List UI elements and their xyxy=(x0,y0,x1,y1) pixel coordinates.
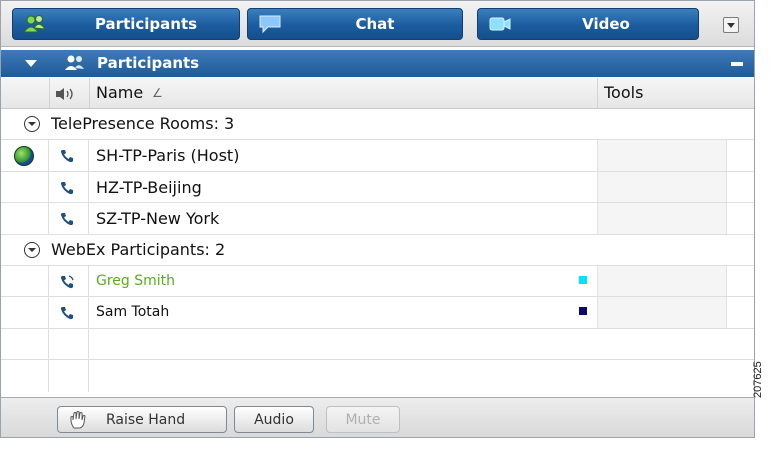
color-marker xyxy=(579,307,587,315)
group-label: WebEx Participants: 2 xyxy=(51,239,226,259)
audio-cell xyxy=(49,265,89,296)
phone-icon xyxy=(60,150,73,163)
column-name[interactable]: Name ∠ xyxy=(89,78,597,109)
table-row[interactable]: SH-TP-Paris (Host) xyxy=(1,140,754,172)
participant-name: SZ-TP-New York xyxy=(96,209,220,228)
footer-toolbar: Raise Hand Audio Mute xyxy=(1,397,754,437)
collapse-arrow-icon[interactable] xyxy=(25,60,37,67)
phone-speaking-icon xyxy=(60,274,74,288)
participants-section-icon xyxy=(65,55,84,70)
figure-number: 207625 xyxy=(752,361,764,398)
tab-chat-label: Chat xyxy=(355,15,395,33)
audio-cell xyxy=(49,328,89,359)
tools-cell xyxy=(597,297,727,328)
table-row[interactable]: Sam Totah xyxy=(1,297,754,329)
participant-name: Greg Smith xyxy=(96,272,176,289)
panel-options-dropdown-button[interactable] xyxy=(723,17,739,33)
group-collapse-icon[interactable] xyxy=(24,116,40,132)
table-row[interactable]: HZ-TP-Beijing xyxy=(1,171,754,203)
name-cell: SH-TP-Paris (Host) xyxy=(89,140,597,171)
raise-hand-button[interactable]: Raise Hand xyxy=(57,406,227,433)
name-cell: Sam Totah xyxy=(89,297,597,328)
group-collapse-icon[interactable] xyxy=(24,241,40,258)
tools-cell xyxy=(597,171,727,202)
tools-cell xyxy=(597,140,727,171)
column-tools[interactable]: Tools xyxy=(597,78,754,109)
participants-section-header[interactable]: Participants xyxy=(1,50,754,77)
group-row-webex[interactable]: WebEx Participants: 2 xyxy=(1,235,754,266)
table-row[interactable]: SZ-TP-New York xyxy=(1,203,754,235)
status-cell xyxy=(1,265,49,296)
name-cell: HZ-TP-Beijing xyxy=(89,172,597,203)
hand-icon xyxy=(70,411,86,429)
participants-panel: Participants Chat Video Participants Nam… xyxy=(0,0,755,438)
audio-cell xyxy=(49,360,89,392)
tab-participants[interactable]: Participants xyxy=(12,8,240,40)
empty-row xyxy=(1,328,754,360)
status-cell xyxy=(1,171,49,202)
tab-video-label: Video xyxy=(582,15,630,33)
status-cell xyxy=(1,203,49,234)
column-name-label: Name xyxy=(96,83,144,102)
minimize-section-button[interactable] xyxy=(731,62,743,66)
speaker-icon xyxy=(56,88,73,100)
status-cell xyxy=(1,360,49,392)
column-audio[interactable] xyxy=(49,78,89,109)
empty-row xyxy=(1,360,754,392)
participant-name: SH-TP-Paris (Host) xyxy=(96,146,240,165)
sort-ascending-icon: ∠ xyxy=(152,86,163,100)
status-cell xyxy=(1,328,49,359)
mute-button-label: Mute xyxy=(345,412,381,428)
chat-bubble-icon xyxy=(259,15,281,34)
participant-name: HZ-TP-Beijing xyxy=(96,177,202,197)
color-marker xyxy=(579,275,587,284)
audio-cell xyxy=(49,140,89,171)
audio-button[interactable]: Audio xyxy=(234,406,314,433)
column-header-row: Name ∠ Tools xyxy=(1,78,754,109)
name-cell: Greg Smith xyxy=(89,266,597,297)
status-cell xyxy=(1,297,49,328)
tab-chat[interactable]: Chat xyxy=(247,8,463,40)
globe-icon xyxy=(14,146,34,166)
phone-icon xyxy=(60,307,73,320)
phone-icon xyxy=(60,181,73,194)
section-title: Participants xyxy=(97,54,200,72)
participant-name: Sam Totah xyxy=(96,304,170,320)
tools-cell xyxy=(597,203,727,234)
name-cell: SZ-TP-New York xyxy=(89,203,597,234)
column-tools-label: Tools xyxy=(604,83,644,102)
video-camera-icon xyxy=(489,17,511,31)
audio-cell xyxy=(49,203,89,234)
tab-video[interactable]: Video xyxy=(477,8,699,40)
participants-icon xyxy=(23,15,46,33)
mute-button[interactable]: Mute xyxy=(326,406,400,433)
phone-icon xyxy=(60,213,73,226)
group-row-telepresence[interactable]: TelePresence Rooms: 3 xyxy=(1,109,754,140)
audio-cell xyxy=(49,171,89,202)
tab-bar: Participants Chat Video xyxy=(1,1,754,47)
raise-hand-label: Raise Hand xyxy=(106,412,186,428)
table-row[interactable]: Greg Smith xyxy=(1,265,754,297)
tab-participants-label: Participants xyxy=(94,15,198,33)
status-cell xyxy=(1,140,49,171)
group-label: TelePresence Rooms: 3 xyxy=(51,114,235,133)
tools-cell xyxy=(597,265,727,296)
audio-cell xyxy=(49,297,89,328)
audio-button-label: Audio xyxy=(254,412,294,428)
participants-grid: Name ∠ Tools TelePresence Rooms: 3 SH-TP… xyxy=(1,78,754,392)
